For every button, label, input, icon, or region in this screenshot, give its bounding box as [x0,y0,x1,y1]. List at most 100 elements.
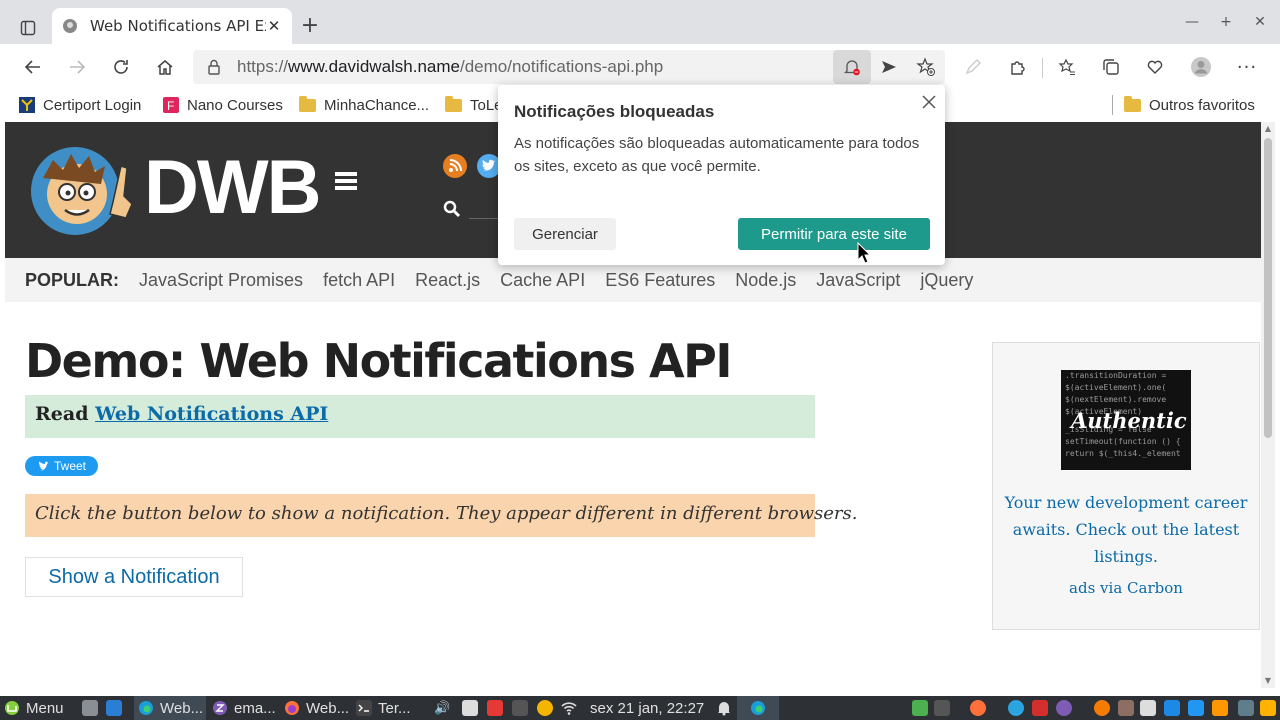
firefox-tray-icon[interactable] [970,700,986,716]
workspace-icon[interactable] [106,700,122,716]
allow-for-site-button[interactable]: Permitir para este site [738,218,930,250]
terminal-tray-icon[interactable] [934,700,950,716]
bookmark-tole[interactable]: ToLe [445,94,503,116]
terminal-icon [356,700,372,716]
telegram-icon[interactable] [1008,700,1024,716]
forward-button[interactable] [62,52,92,82]
bluetooth-icon[interactable] [512,700,528,716]
manage-button[interactable]: Gerenciar [514,218,616,250]
dwb-mascot-icon[interactable] [25,144,141,236]
app3-tray-icon[interactable] [1118,700,1134,716]
clock[interactable]: sex 21 jan, 22:27 [590,696,704,720]
performance-button[interactable] [1140,52,1170,82]
window-close-icon[interactable]: ✕ [1250,12,1270,32]
notifications-blocked-button[interactable] [833,50,871,84]
refresh-button[interactable] [106,52,136,82]
home-button[interactable] [150,52,180,82]
collections-button[interactable] [1096,52,1126,82]
taskbar-window-emacs[interactable]: ema... [210,696,276,720]
app5-tray-icon[interactable] [1260,700,1276,716]
battery-icon[interactable] [462,700,478,716]
settings-menu-button[interactable]: ··· [1232,52,1262,82]
scroll-up-icon[interactable]: ▲ [1263,124,1273,134]
vscode-icon[interactable] [1188,700,1204,716]
scroll-thumb[interactable] [1264,138,1272,438]
menu-label: Menu [26,699,64,717]
site-menu-icon[interactable] [335,172,357,190]
anydesk-icon[interactable] [487,700,503,716]
pen-button[interactable] [958,52,988,82]
bookmark-minhachance[interactable]: MinhaChance... [299,94,429,116]
search-icon[interactable] [443,200,461,218]
svg-text:setTimeout(function () {: setTimeout(function () { [1065,437,1181,446]
page-scrollbar[interactable]: ▲ ▼ [1261,122,1275,688]
maximize-icon[interactable]: + [1216,12,1236,32]
ad-text[interactable]: Your new development career awaits. Chec… [1003,489,1249,570]
send-button[interactable] [874,52,904,82]
carbon-ad: .transitionDuration = $(activeElement).o… [992,342,1260,630]
browser-tab-active[interactable]: Web Notifications API Ex ✕ [52,8,292,44]
site-logo-text[interactable]: DWB [144,144,322,231]
ad-via-link[interactable]: ads via Carbon [1003,579,1249,597]
refresh-icon [114,60,128,74]
tab-actions-button[interactable] [12,12,44,44]
extensions-button[interactable] [1003,52,1033,82]
lock-icon[interactable] [205,58,223,76]
popular-link[interactable]: Cache API [500,270,585,291]
instruction-note: Click the button below to show a notific… [25,494,857,537]
editor-tray-icon[interactable] [1140,700,1156,716]
page-title: Demo: Web Notifications API [25,334,732,388]
popular-link[interactable]: JavaScript [816,270,900,291]
taskbar-window-label: Web... [160,699,204,717]
article-link[interactable]: Web Notifications API [95,403,328,425]
popular-link[interactable]: jQuery [920,270,973,291]
tab-close-icon[interactable]: ✕ [264,16,284,36]
show-desktop-icon[interactable] [82,700,98,716]
popular-link[interactable]: Node.js [735,270,796,291]
tweet-button[interactable]: Tweet [25,456,98,476]
app4-tray-icon[interactable] [1238,700,1254,716]
taskbar-window-label: Ter... [378,699,411,717]
bookmark-nano-courses[interactable]: F Nano Courses [163,94,283,116]
notifications-bell-icon[interactable] [716,700,732,716]
volume-icon[interactable]: 🔊 [434,700,450,716]
popup-close-icon[interactable] [920,93,938,111]
bookmark-label: MinhaChance... [324,96,430,114]
vlc-icon[interactable] [1212,700,1228,716]
popular-link[interactable]: fetch API [323,270,395,291]
taskbar-window-terminal[interactable]: Ter... [354,696,411,720]
ad-image[interactable]: .transitionDuration = $(activeElement).o… [1061,370,1191,470]
back-button[interactable] [18,52,48,82]
taskbar-window-edge[interactable]: Web... [134,696,206,720]
url-scheme: https:// [237,57,289,76]
popular-link[interactable]: ES6 Features [605,270,715,291]
scroll-down-icon[interactable]: ▼ [1263,676,1273,686]
tab-actions-icon [20,20,36,36]
app2-tray-icon[interactable] [1032,700,1048,716]
emacs-tray-icon[interactable] [1056,700,1072,716]
profile-button[interactable] [1186,52,1216,82]
bookmark-certiport[interactable]: Certiport Login [19,94,141,116]
app-tray-icon[interactable] [912,700,928,716]
writer-icon[interactable] [1164,700,1180,716]
redshift-icon[interactable] [537,700,553,716]
mint-logo-icon [5,701,19,715]
address-bar[interactable]: https://www.davidwalsh.name/demo/notific… [193,50,945,84]
wifi-icon[interactable] [561,700,577,716]
heart-pulse-icon [1147,60,1163,74]
show-notification-button[interactable]: Show a Notification [25,557,243,597]
favorites-button[interactable] [1052,52,1082,82]
taskbar-window-firefox[interactable]: Web... [282,696,349,720]
bookmark-other-favorites[interactable]: Outros favoritos [1124,94,1255,116]
ad-image-word: Authentic [1069,408,1187,433]
add-favorite-button[interactable] [911,52,941,82]
rss-icon[interactable] [443,154,467,178]
taskbar-active-app[interactable] [737,696,779,720]
popular-link[interactable]: React.js [415,270,480,291]
minimize-icon[interactable]: — [1182,12,1202,32]
read-prefix: Read [35,403,89,425]
popular-link[interactable]: JavaScript Promises [139,270,303,291]
blender-icon[interactable] [1094,700,1110,716]
start-menu-button[interactable]: Menu [4,696,64,720]
new-tab-button[interactable]: + [298,15,322,39]
